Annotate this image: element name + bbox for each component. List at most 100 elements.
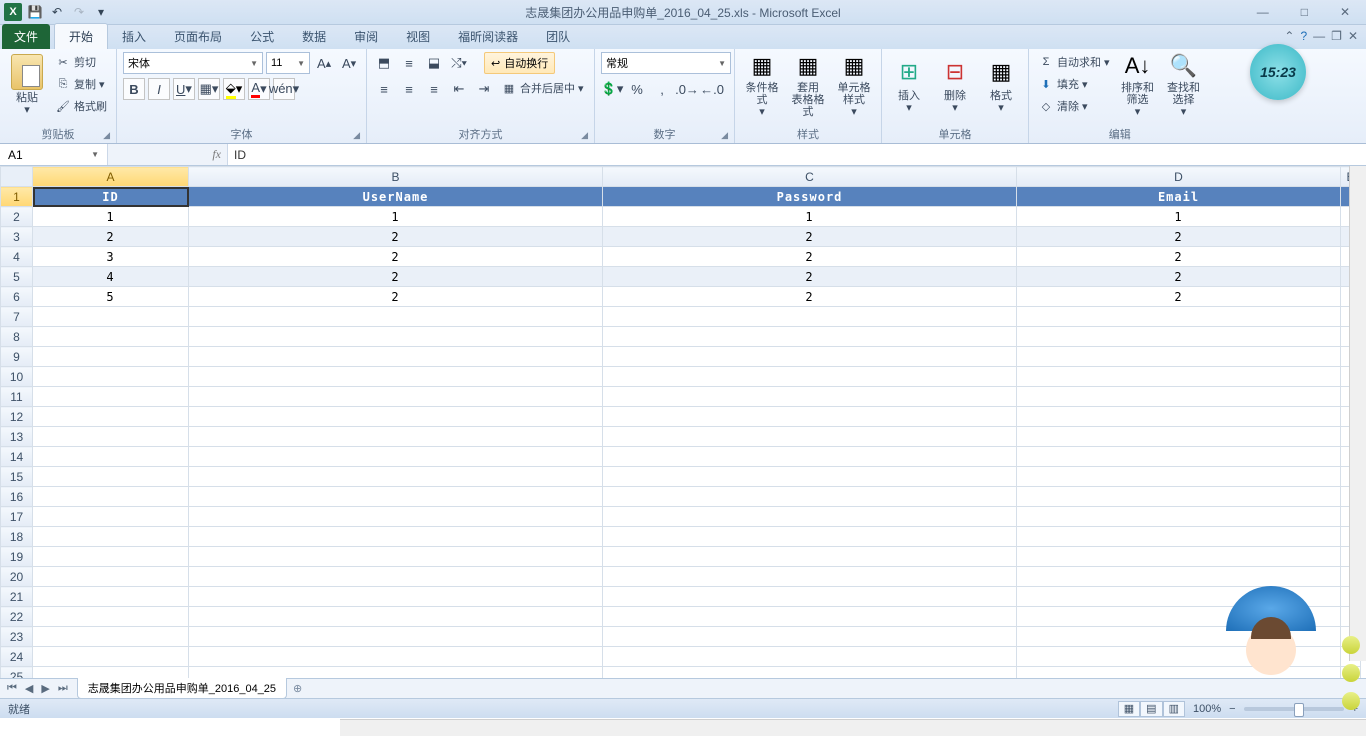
qat-undo-button[interactable]: ↶ [48,3,66,21]
row-header[interactable]: 20 [1,567,33,587]
row-header[interactable]: 15 [1,467,33,487]
cell[interactable] [1017,647,1341,667]
sheet-next-button[interactable]: ▶ [38,682,52,695]
font-name-select[interactable]: 宋体▼ [123,52,263,74]
dialog-launcher-icon[interactable]: ◢ [581,130,588,141]
cell[interactable] [33,367,189,387]
cell[interactable] [603,547,1017,567]
cell[interactable] [603,527,1017,547]
cell[interactable]: 2 [1017,247,1341,267]
cell[interactable] [1341,667,1361,679]
tab-开始[interactable]: 开始 [54,23,108,49]
format-painter-button[interactable]: 🖌格式刷 [52,96,110,116]
align-left-button[interactable]: ≡ [373,78,395,100]
shrink-font-button[interactable]: A▾ [338,52,360,74]
cell[interactable] [1017,407,1341,427]
cell[interactable]: 1 [33,207,189,227]
cell[interactable] [33,547,189,567]
font-color-button[interactable]: A▾ [248,78,270,100]
qat-customize-icon[interactable]: ▾ [92,3,110,21]
page-layout-view-button[interactable]: ▤ [1140,701,1162,717]
clear-button[interactable]: ◇清除 ▾ [1035,96,1113,116]
cell[interactable] [189,347,603,367]
paste-button[interactable]: 粘贴▾ [6,52,48,118]
tab-数据[interactable]: 数据 [288,24,340,49]
row-header[interactable]: 1 [1,187,33,207]
autosum-button[interactable]: Σ自动求和 ▾ [1035,52,1113,72]
decrease-indent-button[interactable]: ⇤ [448,78,470,100]
dialog-launcher-icon[interactable]: ◢ [721,130,728,141]
underline-button[interactable]: U▾ [173,78,195,100]
cell[interactable]: 2 [603,247,1017,267]
orientation-button[interactable]: ⤭▾ [448,52,470,74]
qat-redo-button[interactable]: ↷ [70,3,88,21]
cell[interactable] [603,467,1017,487]
cell[interactable] [189,327,603,347]
horizontal-scrollbar[interactable] [340,719,1366,736]
zoom-level[interactable]: 100% [1193,703,1221,715]
cell[interactable] [189,307,603,327]
cell[interactable] [1017,467,1341,487]
decrease-decimal-button[interactable]: ←.0 [701,78,723,100]
cell[interactable]: 5 [33,287,189,307]
row-header[interactable]: 2 [1,207,33,227]
cell[interactable] [1017,327,1341,347]
tab-团队[interactable]: 团队 [532,24,584,49]
column-header[interactable]: C [603,167,1017,187]
cell[interactable] [1017,507,1341,527]
cell[interactable]: 2 [1017,287,1341,307]
row-header[interactable]: 25 [1,667,33,679]
fill-color-button[interactable]: ⬙▾ [223,78,245,100]
zoom-slider[interactable] [1244,707,1344,711]
cell[interactable] [1017,367,1341,387]
grow-font-button[interactable]: A▴ [313,52,335,74]
fill-button[interactable]: ⬇填充 ▾ [1035,74,1113,94]
sheet-last-button[interactable]: ⏭ [55,682,71,695]
close-button[interactable]: ✕ [1334,5,1356,19]
row-header[interactable]: 4 [1,247,33,267]
ribbon-minimize-icon[interactable]: ⌃ [1284,29,1294,43]
tab-file[interactable]: 文件 [2,24,50,49]
cell[interactable] [1017,567,1341,587]
cell[interactable] [603,607,1017,627]
zoom-out-button[interactable]: − [1229,703,1235,715]
cell[interactable] [189,567,603,587]
cell[interactable]: Password [603,187,1017,207]
column-header[interactable]: D [1017,167,1341,187]
tab-审阅[interactable]: 审阅 [340,24,392,49]
cell[interactable]: 2 [33,227,189,247]
cell[interactable]: 2 [1017,227,1341,247]
cell[interactable] [33,647,189,667]
font-size-select[interactable]: 11▼ [266,52,310,74]
cell[interactable]: 1 [189,207,603,227]
qat-save-button[interactable]: 💾 [26,3,44,21]
row-header[interactable]: 16 [1,487,33,507]
cell[interactable]: 2 [603,287,1017,307]
format-as-table-button[interactable]: ▦套用 表格格式 [787,52,829,118]
cell[interactable]: 3 [33,247,189,267]
format-cells-button[interactable]: ▦格式▾ [980,52,1022,118]
tab-页面布局[interactable]: 页面布局 [160,24,236,49]
workbook-minimize-icon[interactable]: ― [1313,29,1325,43]
dialog-launcher-icon[interactable]: ◢ [103,130,110,141]
normal-view-button[interactable]: ▦ [1118,701,1140,717]
cell[interactable] [189,427,603,447]
cell[interactable] [33,347,189,367]
cell[interactable]: 2 [189,247,603,267]
cell[interactable] [189,387,603,407]
number-format-select[interactable]: 常规▼ [601,52,731,74]
cell[interactable] [189,447,603,467]
cut-button[interactable]: ✂剪切 [52,52,110,72]
maximize-button[interactable]: □ [1295,5,1314,19]
cell[interactable] [603,667,1017,679]
cell[interactable]: 1 [1017,207,1341,227]
cell[interactable] [603,507,1017,527]
cell[interactable] [189,467,603,487]
cell[interactable] [33,627,189,647]
cell[interactable] [33,507,189,527]
cell[interactable] [33,587,189,607]
page-break-view-button[interactable]: ▥ [1163,701,1185,717]
cell[interactable] [33,467,189,487]
vertical-scrollbar[interactable] [1349,166,1366,661]
accounting-format-button[interactable]: 💲▾ [601,78,623,100]
